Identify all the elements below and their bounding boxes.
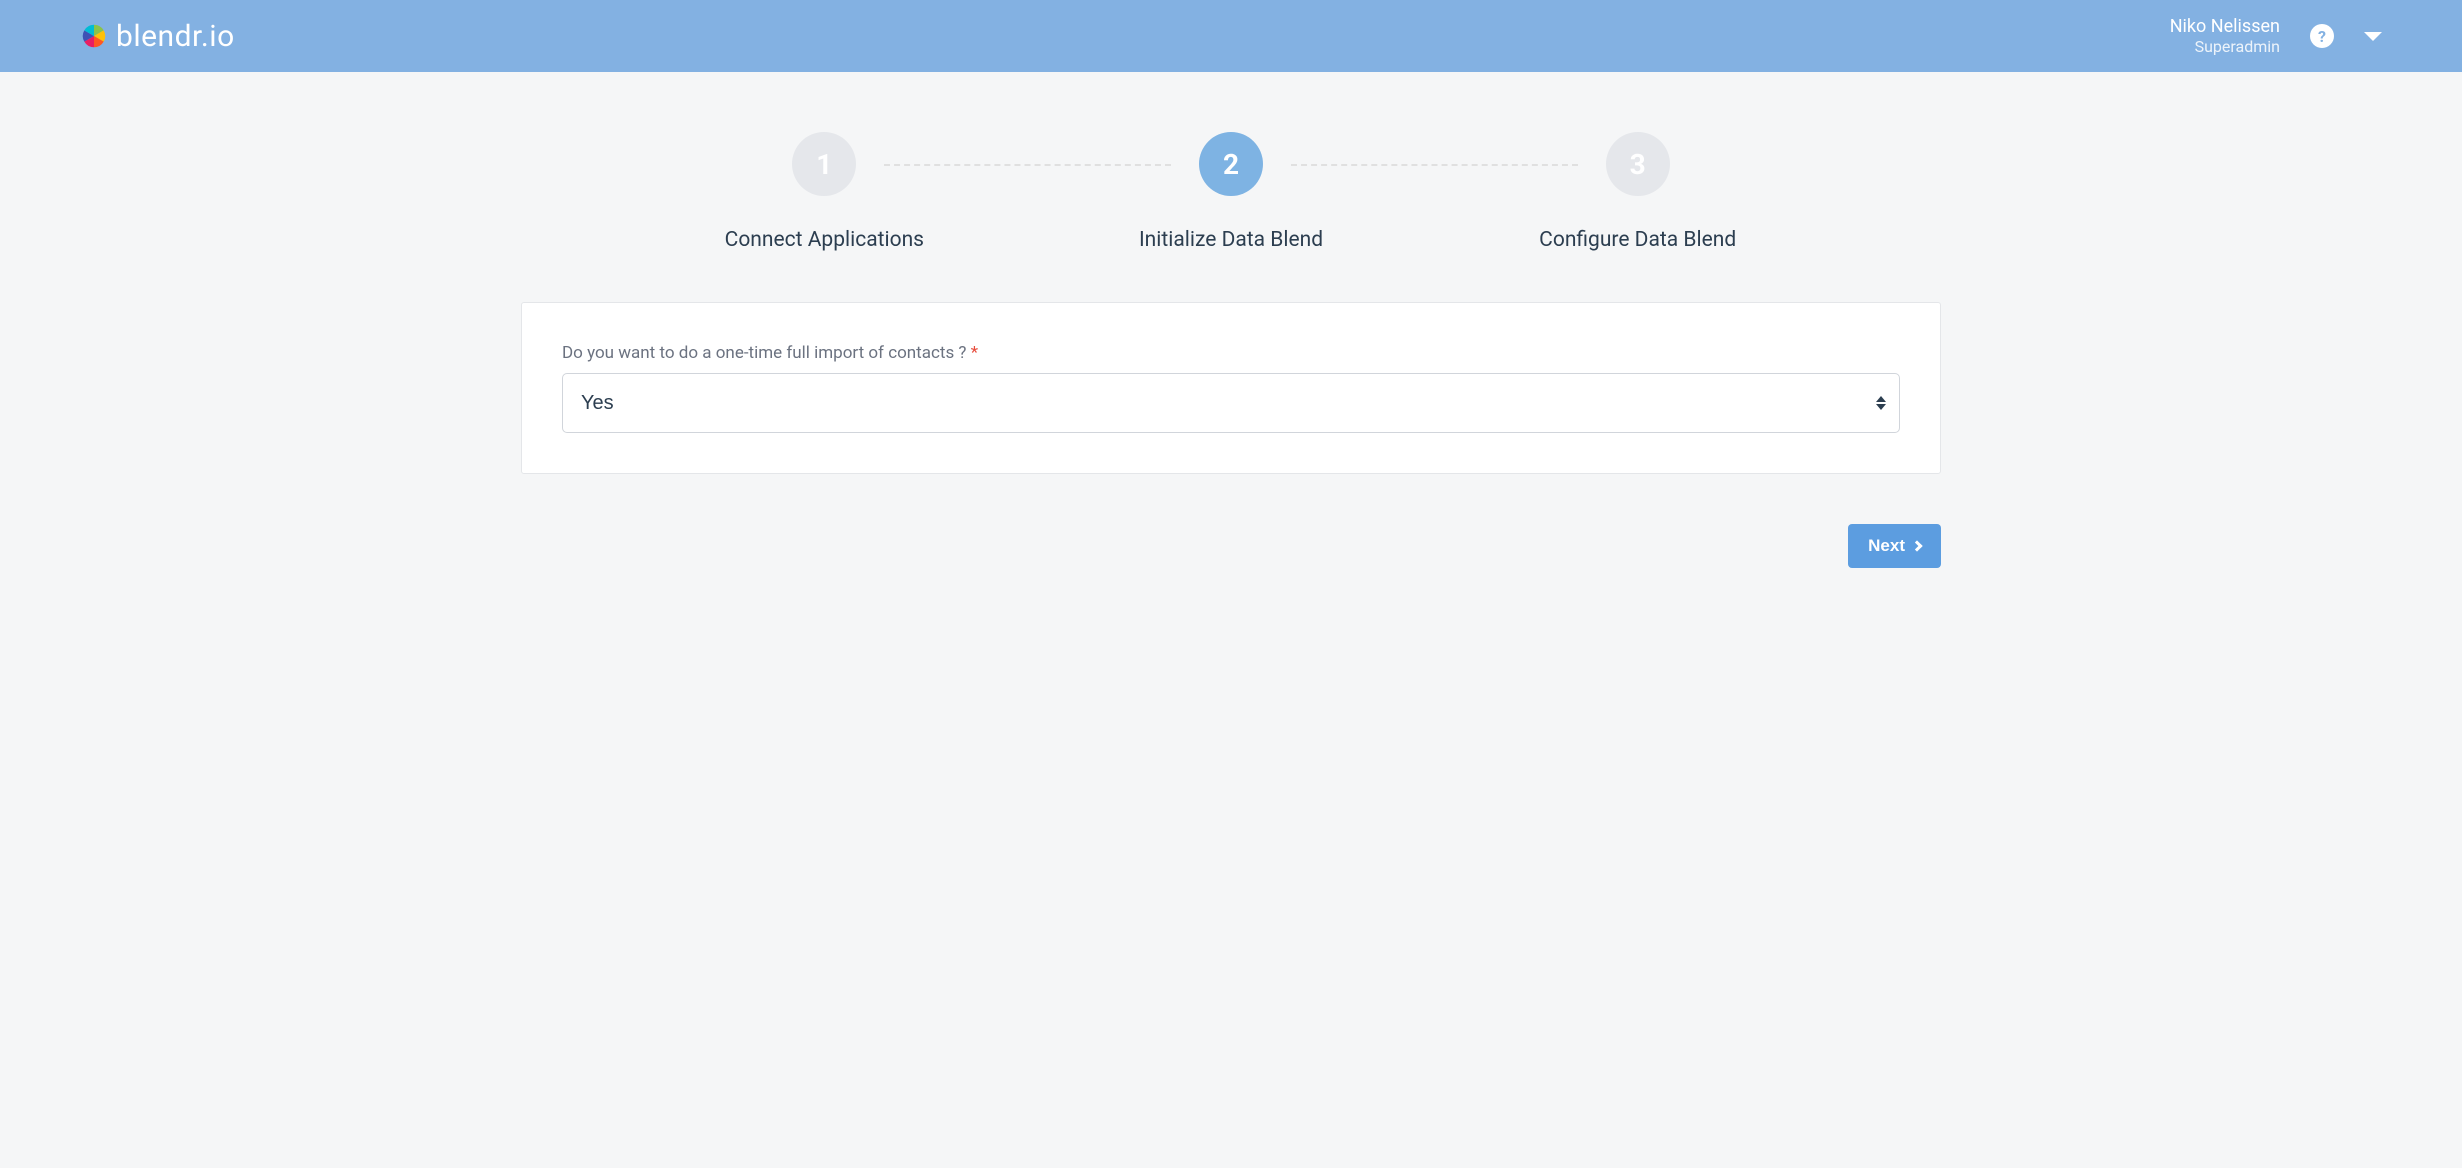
step-circle-2[interactable]: 2 bbox=[1199, 132, 1263, 196]
required-asterisk: * bbox=[971, 343, 978, 363]
stepper: 1 Connect Applications 2 Initialize Data… bbox=[621, 132, 1841, 252]
caret-down-icon[interactable] bbox=[2364, 32, 2382, 41]
step-label-1: Connect Applications bbox=[725, 228, 924, 252]
select-wrapper: Yes bbox=[562, 373, 1900, 433]
header-right: Niko Nelissen Superadmin ? bbox=[2170, 16, 2382, 56]
actions: Next bbox=[521, 524, 1941, 568]
header: blendr.io Niko Nelissen Superadmin ? bbox=[0, 0, 2462, 72]
logo-icon bbox=[80, 22, 108, 50]
import-select[interactable]: Yes bbox=[562, 373, 1900, 433]
main: 1 Connect Applications 2 Initialize Data… bbox=[501, 72, 1961, 608]
step-2: 2 Initialize Data Blend bbox=[1028, 132, 1435, 252]
step-connector bbox=[884, 164, 1171, 166]
step-connector bbox=[1291, 164, 1578, 166]
user-role: Superadmin bbox=[2195, 37, 2280, 56]
form-label: Do you want to do a one-time full import… bbox=[562, 343, 1900, 363]
user-name: Niko Nelissen bbox=[2170, 16, 2280, 37]
form-card: Do you want to do a one-time full import… bbox=[521, 302, 1941, 474]
logo-text: blendr.io bbox=[116, 19, 235, 54]
step-circle-1[interactable]: 1 bbox=[792, 132, 856, 196]
step-circle-3[interactable]: 3 bbox=[1606, 132, 1670, 196]
step-label-3: Configure Data Blend bbox=[1539, 228, 1736, 252]
step-3: 3 Configure Data Blend bbox=[1434, 132, 1841, 252]
step-label-2: Initialize Data Blend bbox=[1139, 228, 1323, 252]
next-button-label: Next bbox=[1868, 536, 1905, 556]
logo[interactable]: blendr.io bbox=[80, 19, 235, 54]
next-button[interactable]: Next bbox=[1848, 524, 1941, 568]
step-1: 1 Connect Applications bbox=[621, 132, 1028, 252]
chevron-right-icon bbox=[1911, 540, 1922, 551]
user-info[interactable]: Niko Nelissen Superadmin bbox=[2170, 16, 2280, 56]
help-icon[interactable]: ? bbox=[2310, 24, 2334, 48]
form-question-text: Do you want to do a one-time full import… bbox=[562, 343, 966, 363]
